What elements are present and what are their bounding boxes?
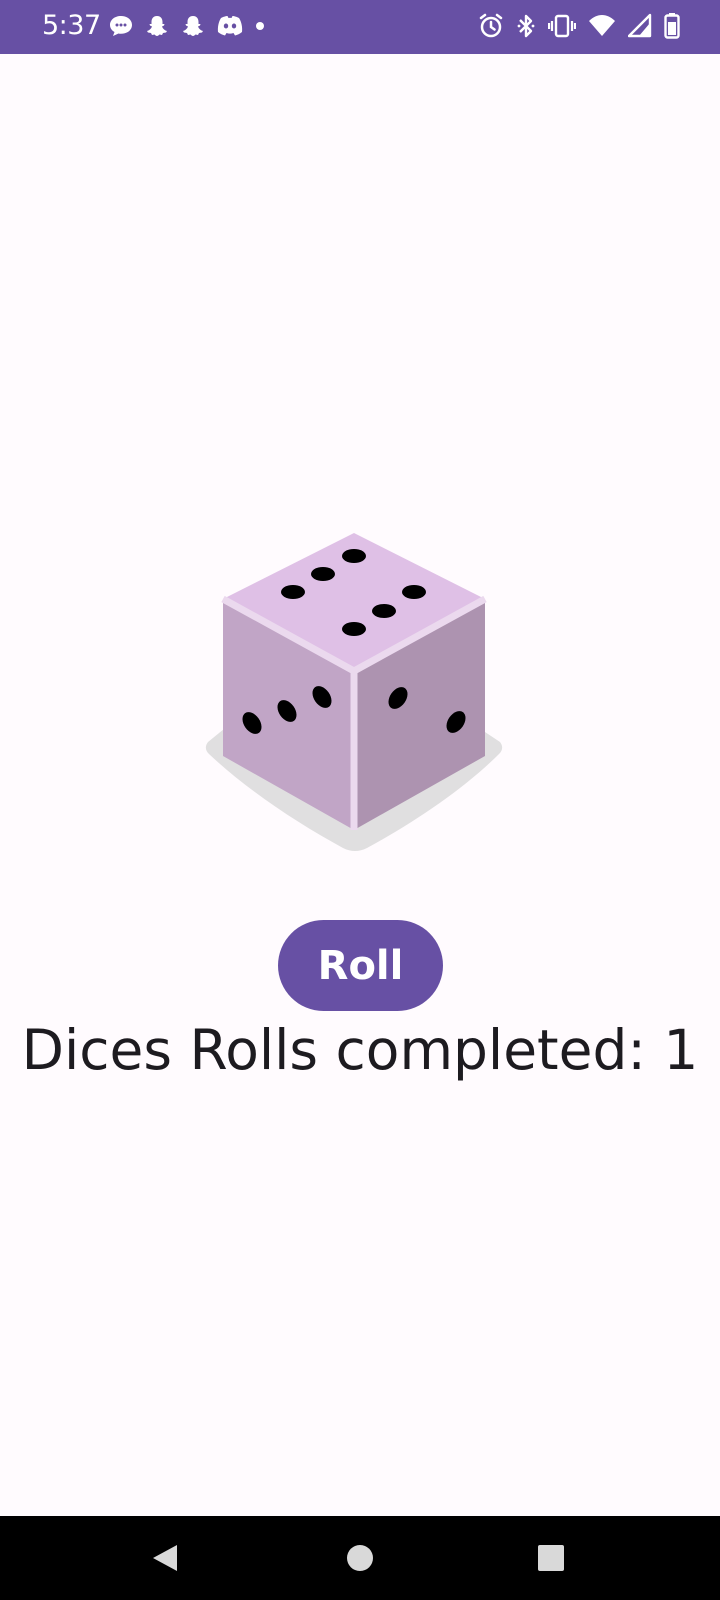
dice-roller-screen: 5:37 Roll Dices Rolls completed: 1 (0, 0, 720, 1600)
recents-icon (538, 1545, 564, 1571)
chat-bubble-icon (110, 16, 132, 36)
home-button[interactable] (340, 1538, 380, 1578)
discord-icon (217, 16, 243, 36)
snapchat-ghost-icon (147, 16, 167, 36)
bluetooth-icon (517, 14, 535, 38)
status-bar: 5:37 (0, 0, 720, 54)
vibrate-icon (548, 14, 576, 38)
roll-button[interactable]: Roll (278, 920, 443, 1011)
notification-icons (108, 13, 266, 39)
back-icon (153, 1545, 177, 1571)
back-button[interactable] (145, 1538, 185, 1578)
wifi-icon (589, 15, 615, 36)
dot-icon (256, 22, 264, 30)
status-time: 5:37 (42, 10, 101, 41)
system-status-icons (478, 12, 680, 40)
dice-image (205, 530, 515, 870)
rolls-completed-text: Dices Rolls completed: 1 (21, 1018, 699, 1082)
navigation-bar (0, 1516, 720, 1600)
recents-button[interactable] (531, 1538, 571, 1578)
home-icon (347, 1545, 373, 1571)
snapchat-ghost-icon (183, 16, 203, 36)
alarm-icon (479, 13, 503, 38)
cell-signal-icon (628, 13, 652, 38)
battery-icon (664, 13, 680, 39)
